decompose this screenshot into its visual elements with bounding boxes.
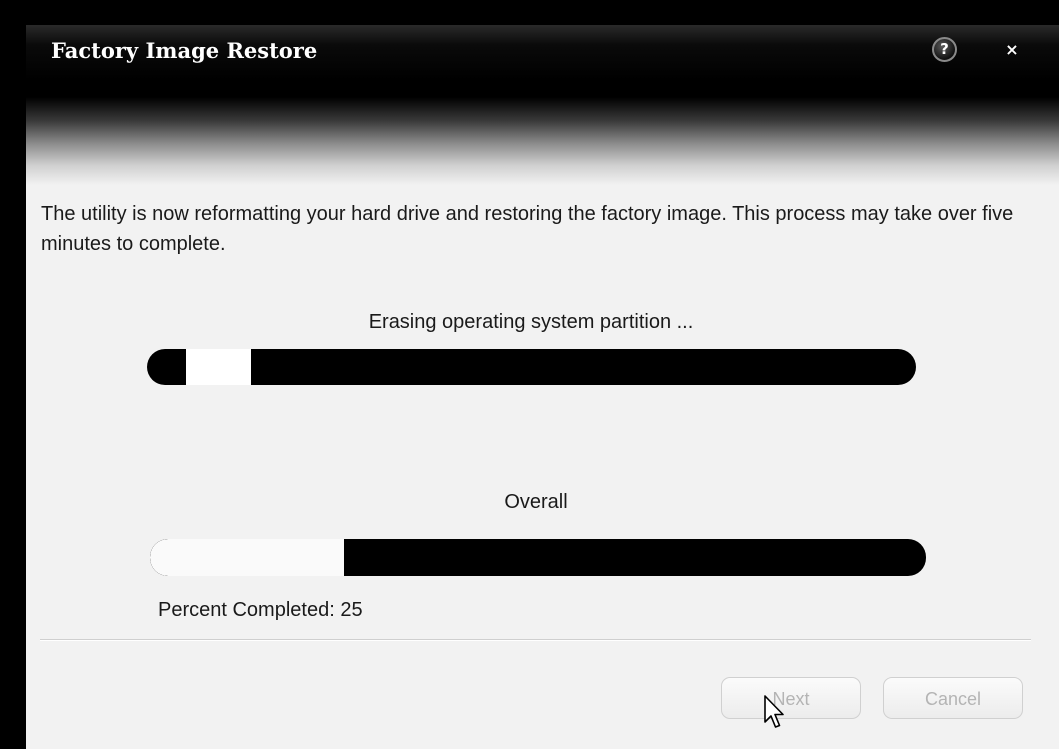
percent-value: 25: [340, 599, 363, 621]
next-button[interactable]: Next: [721, 677, 861, 719]
overall-progress-fill: [150, 539, 344, 576]
window-title: Factory Image Restore: [51, 38, 318, 63]
overall-label: Overall: [504, 491, 568, 513]
title-bar[interactable]: Factory Image Restore ? ×: [26, 25, 1059, 185]
help-icon[interactable]: ?: [932, 37, 957, 62]
cancel-button[interactable]: Cancel: [883, 677, 1023, 719]
marquee-indicator: [186, 349, 251, 385]
close-icon[interactable]: ×: [999, 37, 1025, 63]
percent-label: Percent Completed:: [158, 599, 335, 621]
divider-highlight: [40, 640, 1031, 641]
overall-progress-bar: [150, 539, 926, 576]
percent-completed: Percent Completed: 25: [158, 599, 363, 622]
current-task-progress-bar: [147, 349, 916, 385]
current-task-label: Erasing operating system partition ...: [368, 311, 694, 333]
restore-dialog: Factory Image Restore ? × The utility is…: [26, 25, 1059, 749]
status-message: The utility is now reformatting your har…: [41, 203, 1014, 255]
